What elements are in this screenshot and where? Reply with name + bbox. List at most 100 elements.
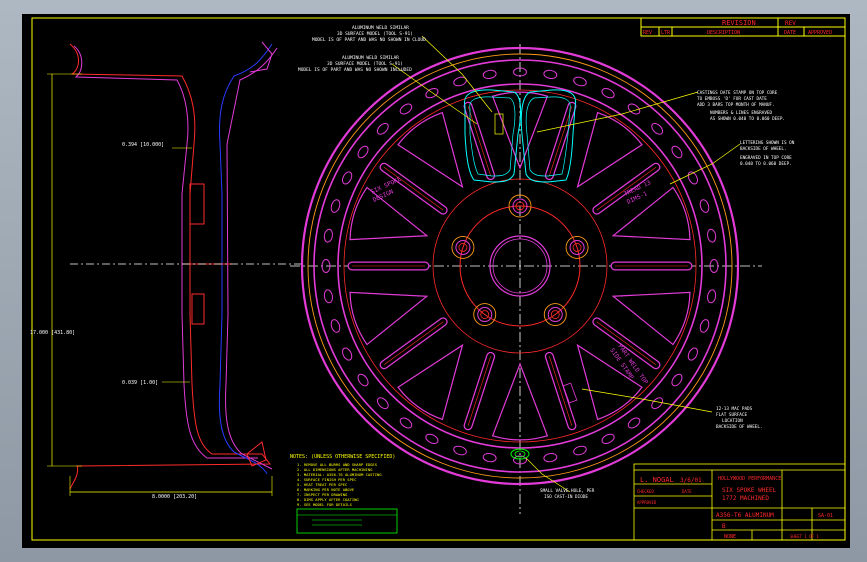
svg-text:ALUMINUM WELD SIMILAR: ALUMINUM WELD SIMILAR xyxy=(352,25,409,31)
svg-text:ALUMINUM WELD SIMILAR: ALUMINUM WELD SIMILAR xyxy=(342,55,399,61)
spoke-slot xyxy=(544,101,577,181)
svg-text:ADD 3 BARS TOP MONTH OF MANUF.: ADD 3 BARS TOP MONTH OF MANUF. xyxy=(697,102,775,108)
notes-block: NOTES: (UNLESS OTHERWISE SPECIFIED) 1. R… xyxy=(290,454,398,534)
rim-pocket xyxy=(601,88,615,99)
svg-text:FLAT SURFACE: FLAT SURFACE xyxy=(716,412,747,418)
spoke-slot xyxy=(592,162,661,215)
rim-pocket xyxy=(707,228,717,243)
rim-pocket xyxy=(330,199,341,213)
revision-col-approved: APPROVED xyxy=(808,30,832,36)
annotation-right-2: NUMBERS & LINES ENGRAVED AS SHOWN 0.040 … xyxy=(710,110,785,122)
rim-pocket xyxy=(699,199,710,213)
rim-pocket xyxy=(376,397,389,410)
svg-text:ISO CAST-IN DIODE: ISO CAST-IN DIODE xyxy=(544,494,588,500)
annotation-right-3: LETTERING SHOWN IS ON BACKSIDE OF WHEEL.… xyxy=(740,140,795,167)
rim-pocket xyxy=(323,289,333,304)
revision-col-rev: REV xyxy=(643,30,652,36)
title-line-2: 1772 MACHINED xyxy=(722,495,769,502)
title-line-1: SIX SPOKE WHEEL xyxy=(722,487,777,494)
spoke-slot xyxy=(544,351,577,431)
revision-side: REV xyxy=(785,20,796,27)
title-date-label: DATE xyxy=(682,489,692,494)
svg-text:AS SHOWN 0.040 TO 0.060 DEEP.: AS SHOWN 0.040 TO 0.060 DEEP. xyxy=(710,116,785,122)
rim-pocket xyxy=(699,319,710,333)
notes-heading: NOTES: (UNLESS OTHERWISE SPECIFIED) xyxy=(290,454,395,460)
spoke-slot xyxy=(463,101,496,181)
cad-drawing[interactable]: REVISION REV REV LTR DESCRIPTION DATE AP… xyxy=(22,14,850,548)
rim-pocket xyxy=(357,373,369,387)
drawing-canvas[interactable]: REVISION REV REV LTR DESCRIPTION DATE AP… xyxy=(22,14,850,548)
title-sheet: SHEET 1 OF 1 xyxy=(790,534,819,539)
note-line: 9. SEE MODEL FOR DETAILS xyxy=(297,502,353,507)
rim-pocket xyxy=(601,433,615,444)
application-window: REVISION REV REV LTR DESCRIPTION DATE AP… xyxy=(0,0,867,562)
title-part: A356-T6 ALUMINUM xyxy=(716,512,774,519)
rim-pocket xyxy=(707,289,717,304)
revision-col-desc: DESCRIPTION xyxy=(707,30,740,36)
annotation-top-left-1: ALUMINUM WELD SIMILAR 3D SURFACE MODEL (… xyxy=(312,25,426,43)
rim-pocket xyxy=(357,145,369,159)
side-profile-view xyxy=(47,41,302,496)
rim-pocket xyxy=(687,171,698,185)
wheel-front-view xyxy=(290,44,762,514)
svg-text:BACKSIDE OF WHEEL.: BACKSIDE OF WHEEL. xyxy=(740,146,787,152)
svg-text:3D SURFACE MODEL (TOOL S-91): 3D SURFACE MODEL (TOOL S-91) xyxy=(337,31,413,37)
title-size: B xyxy=(722,523,726,530)
annotation-right-4: 12-13 MAC PADS FLAT SURFACE LOCATION BAC… xyxy=(716,406,763,430)
svg-text:3D SURFACE MODEL (TOOL S-91): 3D SURFACE MODEL (TOOL S-91) xyxy=(327,61,403,67)
svg-text:MODEL IS OF PART AND WAS NO SH: MODEL IS OF PART AND WAS NO SHOWN INCLUD… xyxy=(298,67,412,73)
svg-text:ENGRAVED IN TOP CORE: ENGRAVED IN TOP CORE xyxy=(740,155,792,161)
rim-pocket xyxy=(376,122,389,135)
title-company: HOLLYWOOD PERFORMANCE xyxy=(718,476,781,482)
rim-pocket xyxy=(671,373,683,387)
rim-pocket xyxy=(482,69,497,79)
rim-pocket xyxy=(425,433,439,444)
rim-pocket xyxy=(399,417,413,429)
title-checked: CHECKED xyxy=(637,489,654,494)
spoke-slot xyxy=(379,317,448,370)
rim-pocket xyxy=(342,171,353,185)
svg-text:CASTINGS DATE STAMP ON TOP COR: CASTINGS DATE STAMP ON TOP CORE xyxy=(697,90,778,96)
title-drawn-by: L. NOGAL xyxy=(640,476,674,484)
revision-title: REVISION xyxy=(722,19,756,27)
svg-text:NUMBERS & LINES ENGRAVED: NUMBERS & LINES ENGRAVED xyxy=(710,110,772,116)
rim-pocket xyxy=(342,347,353,361)
annotation-right-1: CASTINGS DATE STAMP ON TOP CORE TO EMBOS… xyxy=(697,90,778,108)
revision-col-zone: LTR xyxy=(661,30,671,36)
spoke-slot xyxy=(463,351,496,431)
revision-col-date: DATE xyxy=(784,30,796,36)
rim-pocket xyxy=(543,453,558,463)
svg-text:LOCATION: LOCATION xyxy=(722,418,743,424)
dimension-d3: 0.039 [1.00] xyxy=(122,380,158,386)
svg-text:TO EMBOSS 'D' FOR CAST DATE: TO EMBOSS 'D' FOR CAST DATE xyxy=(697,96,767,102)
svg-text:BACKSIDE OF WHEEL.: BACKSIDE OF WHEEL. xyxy=(716,424,763,430)
dimension-d2: 17.000 [431.80] xyxy=(30,330,75,336)
title-date: 3/6/01 xyxy=(680,477,702,484)
rim-pocket xyxy=(453,445,467,456)
dimension-d1: 0.394 [10.000] xyxy=(122,142,164,148)
svg-text:SMALL VALVE HOLE, PER: SMALL VALVE HOLE, PER xyxy=(540,488,595,494)
svg-text:MODEL IS OF PART AND WAS NO SH: MODEL IS OF PART AND WAS NO SHOWN IN CLO… xyxy=(312,37,426,43)
annotation-top-left-2: ALUMINUM WELD SIMILAR 3D SURFACE MODEL (… xyxy=(298,55,412,73)
rim-pocket xyxy=(330,319,341,333)
rim-pocket xyxy=(399,103,413,115)
rim-pocket xyxy=(651,122,664,135)
rim-pocket xyxy=(543,69,558,79)
rim-pocket xyxy=(651,397,664,410)
annotation-valve: SMALL VALVE HOLE, PER ISO CAST-IN DIODE xyxy=(540,488,595,500)
rim-pocket xyxy=(573,445,587,456)
spoke-slot xyxy=(379,162,448,215)
rim-pocket xyxy=(482,453,497,463)
title-approved: APPROVED xyxy=(637,500,657,505)
rim-pocket xyxy=(573,76,587,87)
rim-pocket xyxy=(453,76,467,87)
title-dwg-no: SA-01 xyxy=(818,513,833,519)
rim-pocket xyxy=(687,347,698,361)
svg-text:0.040 TO 0.060 DEEP.: 0.040 TO 0.060 DEEP. xyxy=(740,161,792,167)
svg-text:12-13 MAC PADS: 12-13 MAC PADS xyxy=(716,406,753,412)
rim-pocket xyxy=(627,417,641,429)
rim-pocket xyxy=(671,145,683,159)
svg-text:LETTERING SHOWN IS ON: LETTERING SHOWN IS ON xyxy=(740,140,795,146)
rim-pocket xyxy=(323,228,333,243)
title-scale: NONE xyxy=(724,534,736,540)
